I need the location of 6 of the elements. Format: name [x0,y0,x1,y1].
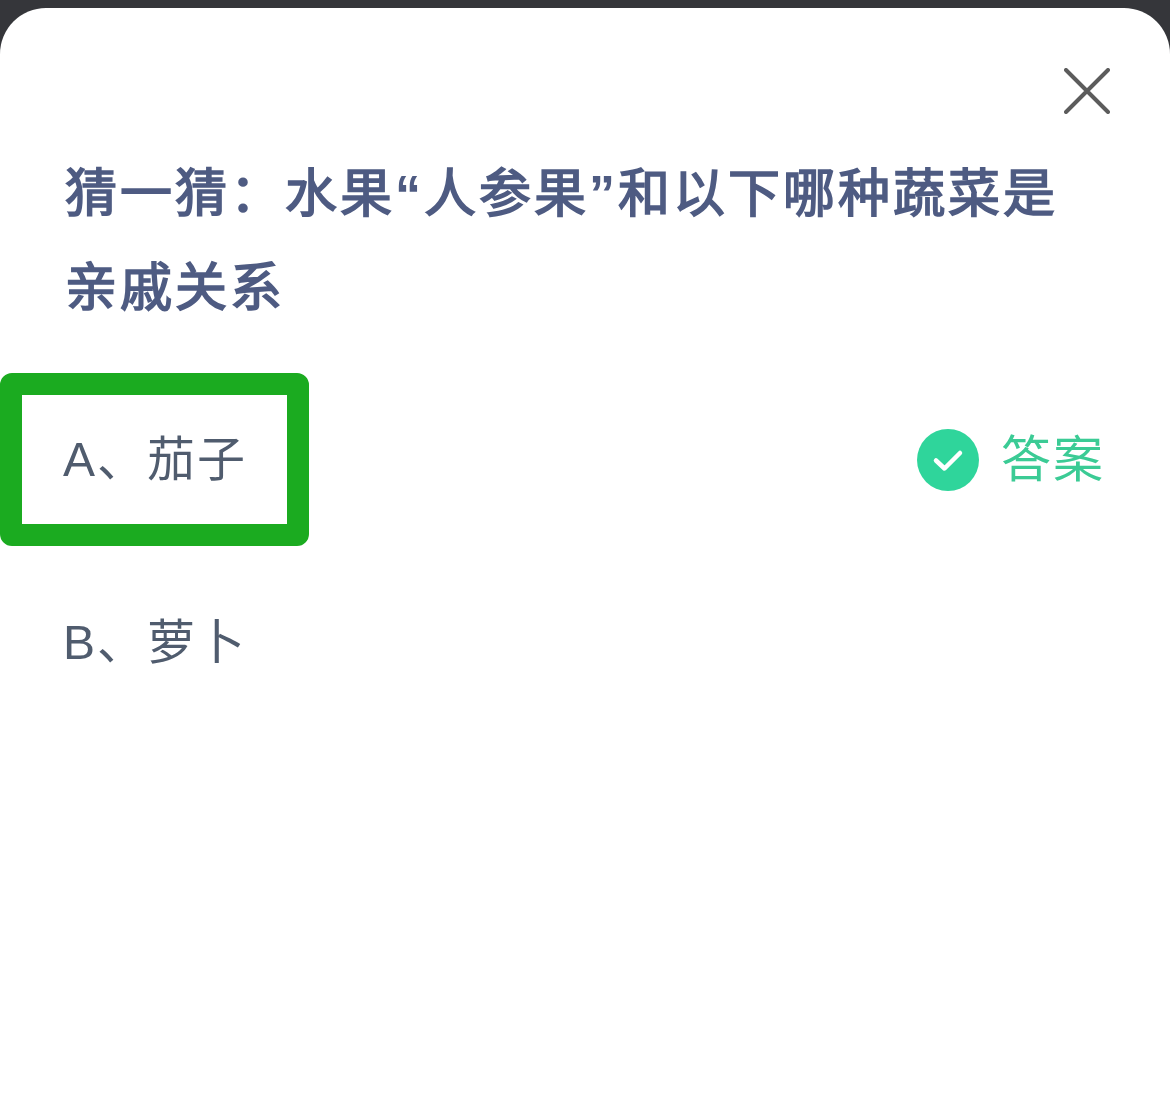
close-icon [1064,68,1110,114]
option-label[interactable]: B、萝卜 [63,612,247,673]
question-title: 猜一猜：水果“人参果”和以下哪种蔬菜是亲戚关系 [65,164,1059,319]
close-button[interactable] [1064,68,1110,114]
answer-label: 答案 [1001,430,1105,490]
option-label[interactable]: A、茄子 [63,429,247,490]
